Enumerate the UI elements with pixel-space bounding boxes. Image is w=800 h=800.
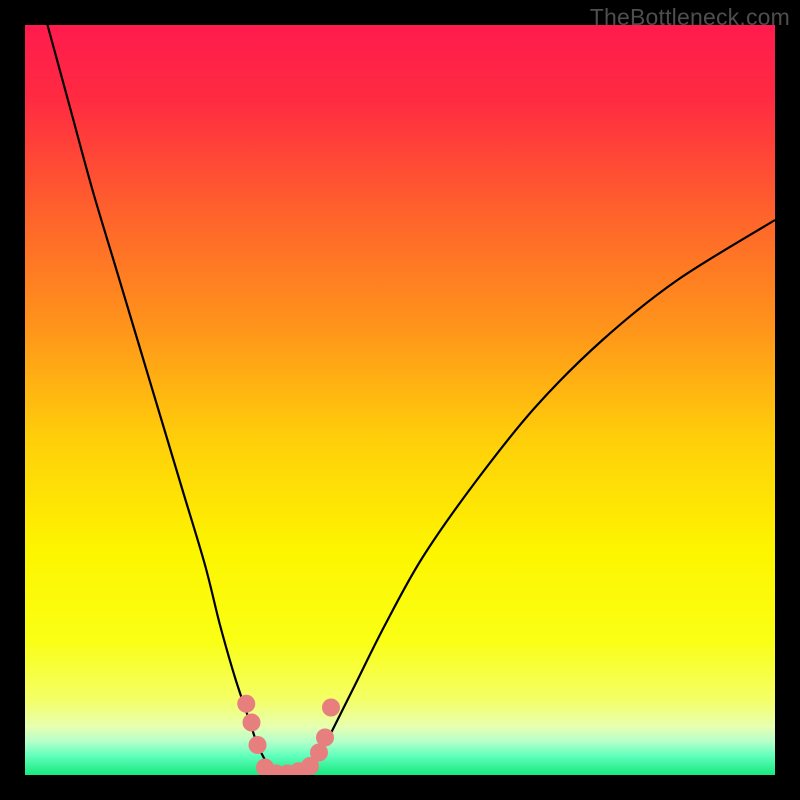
data-point-marker	[316, 729, 334, 747]
chart-background	[25, 25, 775, 775]
data-point-marker	[249, 736, 267, 754]
data-point-marker	[243, 714, 261, 732]
chart-plot	[25, 25, 775, 775]
chart-frame: TheBottleneck.com	[0, 0, 800, 800]
data-point-marker	[237, 695, 255, 713]
watermark-text: TheBottleneck.com	[590, 4, 790, 31]
data-point-marker	[322, 699, 340, 717]
